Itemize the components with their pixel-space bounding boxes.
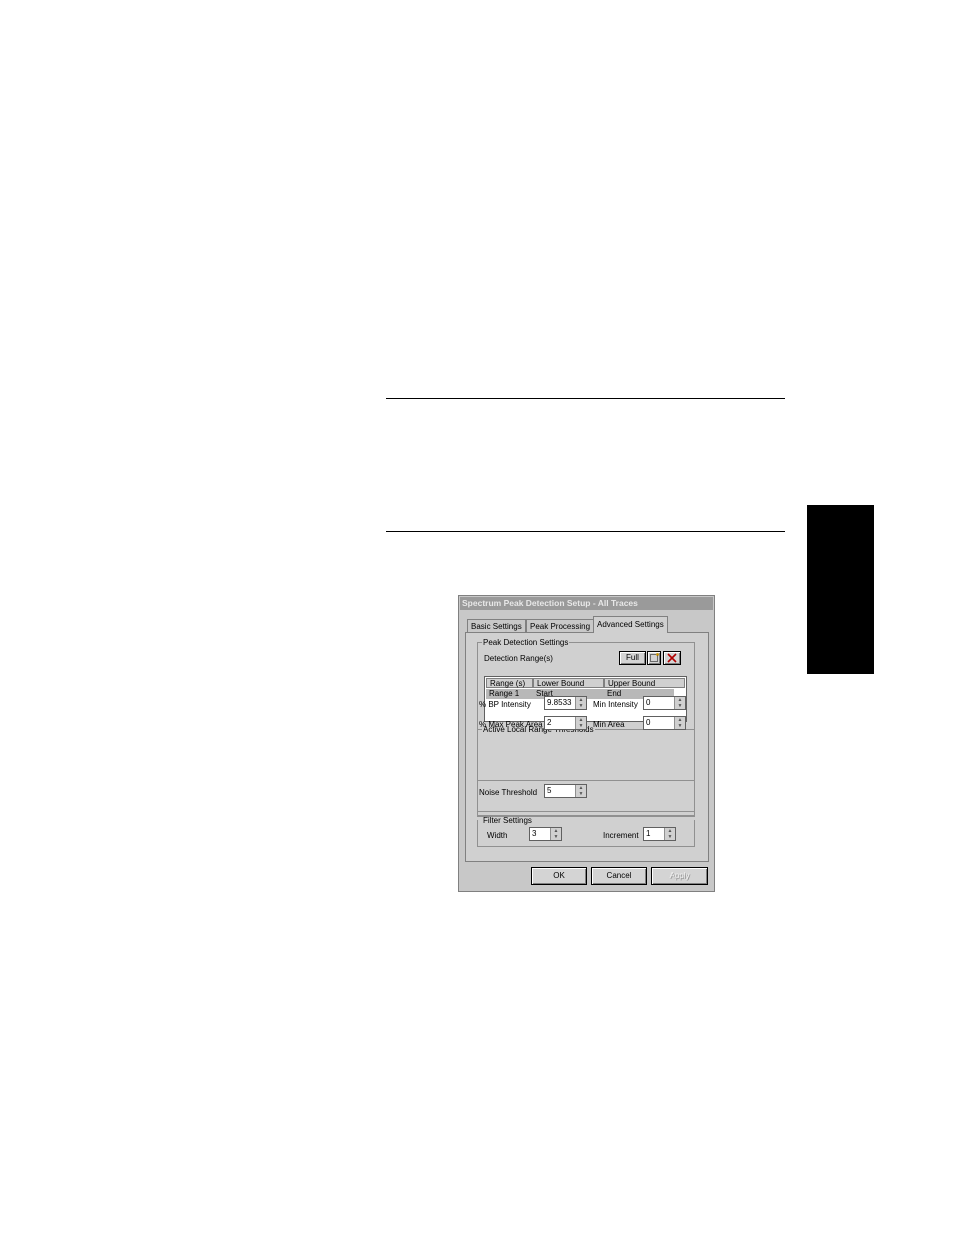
column-header-upper-bound[interactable]: Upper Bound — [604, 678, 685, 688]
min-area-value: 0 — [646, 718, 651, 727]
apply-button-label: Apply — [669, 871, 690, 880]
row-range-name: Range 1 — [489, 689, 520, 698]
noise-threshold-arrows[interactable]: ▲ ▼ — [575, 785, 586, 797]
bp-intensity-value: 9.8533 — [547, 698, 572, 707]
ok-button[interactable]: OK — [531, 867, 587, 885]
increment-arrows[interactable]: ▲ ▼ — [664, 828, 675, 840]
peak-detection-dialog: Spectrum Peak Detection Setup - All Trac… — [458, 595, 715, 892]
peak-detection-group-label: Peak Detection Settings — [482, 638, 570, 647]
max-peak-area-spinner[interactable]: 2 ▲ ▼ — [544, 716, 587, 730]
noise-threshold-spinner[interactable]: 5 ▲ ▼ — [544, 784, 587, 798]
width-label: Width — [487, 831, 508, 840]
max-peak-area-arrows[interactable]: ▲ ▼ — [575, 717, 586, 729]
min-intensity-spinner[interactable]: 0 ▲ ▼ — [643, 696, 686, 710]
delete-x-icon — [667, 653, 677, 663]
width-arrows[interactable]: ▲ ▼ — [550, 828, 561, 840]
tab-basic-settings[interactable]: Basic Settings — [467, 619, 526, 633]
full-range-button[interactable]: Full — [619, 651, 646, 665]
bp-intensity-label: % BP Intensity — [479, 700, 531, 709]
top-rule — [386, 398, 785, 399]
bottom-rule — [386, 531, 785, 532]
advanced-settings-panel: Peak Detection Settings Detection Range(… — [465, 632, 709, 862]
add-range-button[interactable] — [647, 651, 661, 665]
apply-button[interactable]: Apply — [651, 867, 708, 885]
detection-range-label: Detection Range(s) — [484, 654, 553, 663]
cancel-button[interactable]: Cancel — [591, 867, 647, 885]
bp-intensity-spinner[interactable]: 9.8533 ▲ ▼ — [544, 696, 587, 710]
filter-settings-label: Filter Settings — [483, 816, 532, 825]
column-header-range[interactable]: Range (s) — [486, 678, 533, 688]
ok-button-label: OK — [553, 871, 565, 880]
tab-advanced-settings[interactable]: Advanced Settings — [593, 616, 668, 633]
cancel-button-label: Cancel — [606, 871, 632, 880]
min-area-label: Min Area — [593, 720, 625, 729]
increment-value: 1 — [646, 829, 651, 838]
min-intensity-value: 0 — [646, 698, 651, 707]
full-button-label: Full — [626, 653, 639, 662]
delete-range-button[interactable] — [663, 651, 681, 665]
min-area-spinner[interactable]: 0 ▲ ▼ — [643, 716, 686, 730]
min-area-arrows[interactable]: ▲ ▼ — [674, 717, 685, 729]
max-peak-area-value: 2 — [547, 718, 552, 727]
tab-peak-processing[interactable]: Peak Processing — [526, 619, 595, 633]
bp-intensity-arrows[interactable]: ▲ ▼ — [575, 697, 586, 709]
row-upper-bound: End — [607, 689, 622, 698]
width-spinner[interactable]: 3 ▲ ▼ — [529, 827, 562, 841]
width-value: 3 — [532, 829, 537, 838]
noise-threshold-label: Noise Threshold — [479, 788, 538, 797]
max-peak-area-label: % Max Peak Area — [479, 720, 543, 729]
noise-threshold-value: 5 — [547, 786, 552, 795]
increment-label: Increment — [603, 831, 639, 840]
dialog-title: Spectrum Peak Detection Setup - All Trac… — [460, 597, 713, 610]
increment-spinner[interactable]: 1 ▲ ▼ — [643, 827, 676, 841]
new-range-icon — [650, 653, 659, 662]
min-intensity-label: Min Intensity — [593, 700, 638, 709]
chapter-thumb-tab — [807, 505, 874, 674]
column-header-lower-bound[interactable]: Lower Bound — [533, 678, 604, 688]
min-intensity-arrows[interactable]: ▲ ▼ — [674, 697, 685, 709]
